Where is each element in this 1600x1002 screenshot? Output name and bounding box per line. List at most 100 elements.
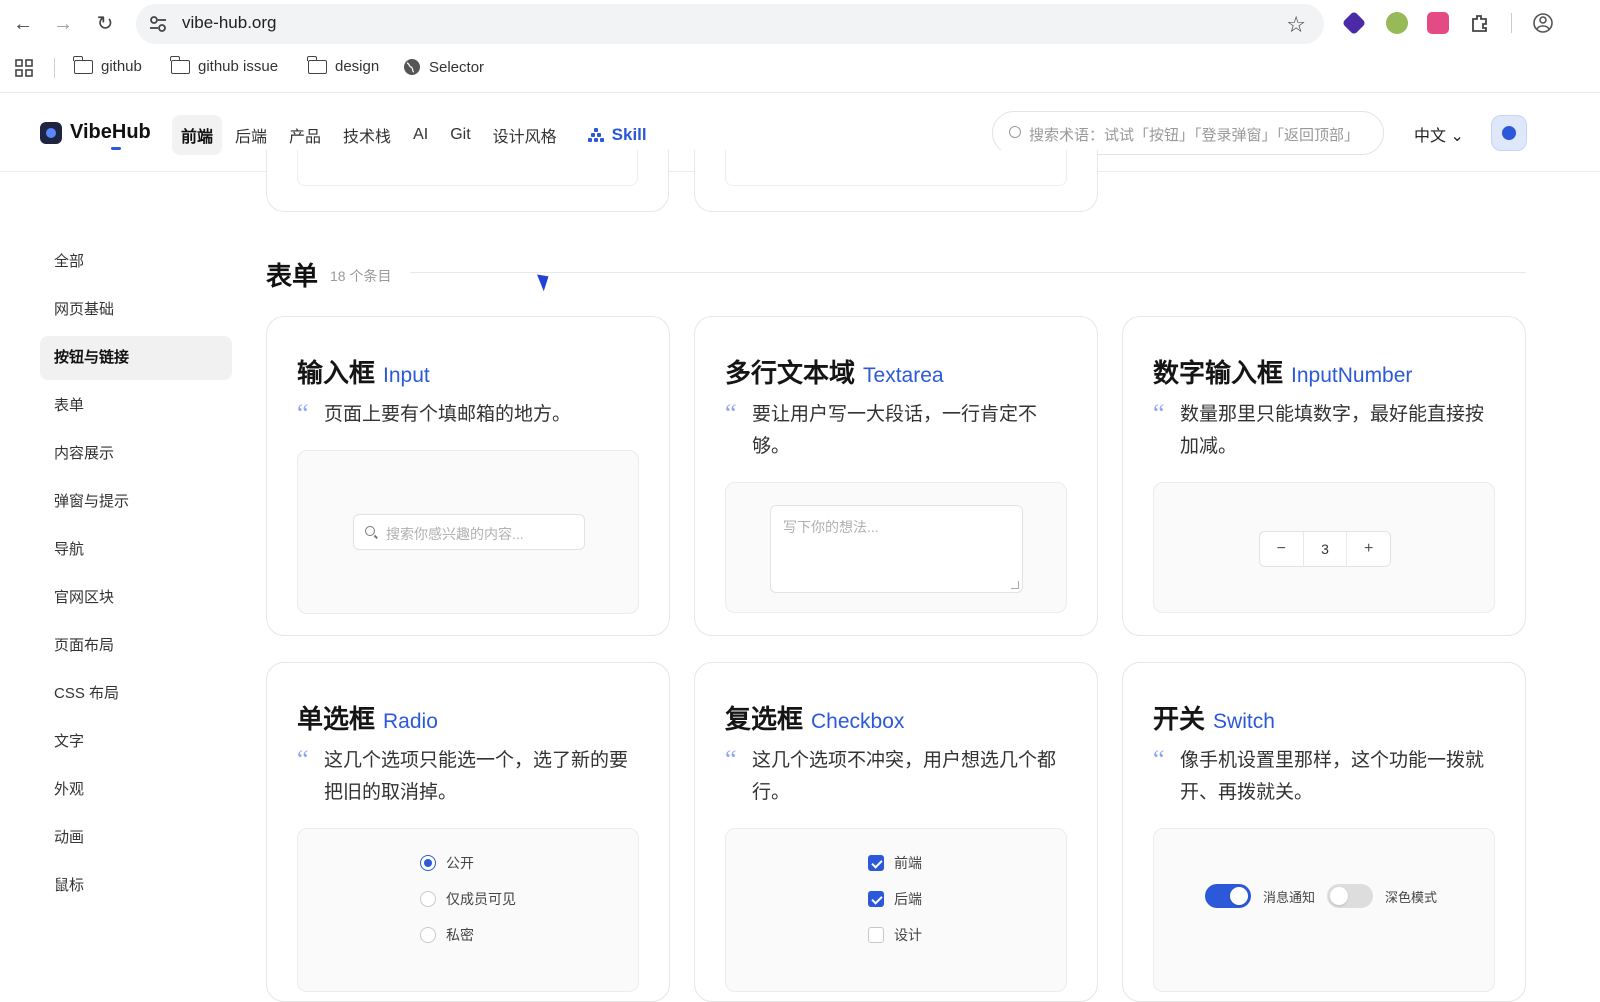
checkbox-label: 前端 [894, 855, 922, 871]
bookmark-label: github [101, 58, 142, 75]
bookmarks-bar: github github issue design Selector [0, 48, 1600, 88]
quote-icon: “ [725, 745, 737, 774]
apps-grid-icon[interactable] [15, 59, 33, 77]
input-number-card[interactable]: 数字输入框 InputNumber “ 数量那里只能填数字，最好能直接按加减。 −… [1122, 316, 1526, 636]
previous-card-bottom [266, 150, 669, 212]
resize-grip-icon[interactable] [1011, 581, 1019, 589]
url-text[interactable]: vibe-hub.org [182, 13, 277, 33]
globe-icon [404, 59, 420, 75]
demo-search-input[interactable]: 搜索你感兴趣的内容... [353, 514, 585, 550]
input-card[interactable]: 输入框 Input “ 页面上要有个填邮箱的地方。 搜索你感兴趣的内容... [266, 316, 670, 636]
profile-icon[interactable] [1532, 12, 1554, 34]
increment-button[interactable]: + [1347, 532, 1390, 566]
bookmark-label: Selector [429, 58, 485, 76]
section-title: 表单 [266, 261, 319, 291]
sidebar-item-appearance[interactable]: 外观 [40, 768, 232, 812]
number-demo-area: −3 + [1153, 482, 1495, 613]
radio-card[interactable]: 单选框 Radio “ 这几个选项只能选一个，选了新的要把旧的取消掉。 公开 仅成… [266, 662, 670, 1002]
forward-icon[interactable]: → [51, 12, 75, 36]
previous-demo-bottom [725, 150, 1067, 186]
dark-mode-switch[interactable] [1327, 884, 1374, 908]
radio-label: 仅成员可见 [446, 891, 516, 907]
bookmark-github[interactable]: github [73, 55, 142, 75]
switch-row: 消息通知 深色模式 [1205, 884, 1437, 908]
quote-icon: “ [1153, 399, 1165, 428]
card-title: 单选框 Radio [297, 699, 438, 736]
sidebar-item-web-basics[interactable]: 网页基础 [40, 288, 232, 332]
sidebar-item-cursor[interactable]: 鼠标 [40, 864, 232, 908]
switch-card[interactable]: 开关 Switch “ 像手机设置里那样，这个功能一拨就开、再拨就关。 消息通知 … [1122, 662, 1526, 1002]
checkbox-option-frontend[interactable]: 前端 [868, 853, 922, 873]
sidebar-item-typography[interactable]: 文字 [40, 720, 232, 764]
checkbox-option-design[interactable]: 设计 [868, 925, 922, 945]
chevron-down-icon: ⌄ [1450, 128, 1464, 145]
checkbox-checked-icon [868, 855, 884, 871]
nav-product[interactable]: 产品 [280, 115, 330, 155]
nav-ai[interactable]: AI [404, 118, 437, 152]
card-description: 这几个选项不冲突，用户想选几个都行。 [752, 750, 1057, 803]
radio-label: 公开 [446, 855, 474, 871]
previous-card-bottom [694, 150, 1098, 212]
extension-translate-icon[interactable] [1427, 12, 1449, 34]
sidebar-item-page-layout[interactable]: 页面布局 [40, 624, 232, 668]
user-avatar[interactable] [1491, 115, 1527, 151]
card-title-en: Switch [1213, 710, 1275, 733]
language-select[interactable]: 中文 ⌄ [1414, 122, 1464, 146]
sidebar-item-website-sections[interactable]: 官网区块 [40, 576, 232, 620]
radio-empty-icon [420, 891, 436, 907]
quantity-value[interactable]: 3 [1302, 532, 1348, 566]
nav-frontend[interactable]: 前端 [172, 115, 223, 155]
nav-backend[interactable]: 后端 [226, 115, 276, 155]
radio-option-public[interactable]: 公开 [420, 853, 474, 873]
radio-option-members[interactable]: 仅成员可见 [420, 889, 516, 909]
notification-switch[interactable] [1205, 884, 1251, 908]
checkbox-option-backend[interactable]: 后端 [868, 889, 922, 909]
checkbox-card[interactable]: 复选框 Checkbox “ 这几个选项不冲突，用户想选几个都行。 前端 后端 设… [694, 662, 1098, 1002]
term-search-input[interactable]: 搜索术语：试试「按钮」「登录弹窗」「返回顶部」 [992, 111, 1384, 155]
radio-option-private[interactable]: 私密 [420, 925, 474, 945]
nav-git[interactable]: Git [441, 118, 479, 152]
checkbox-label: 设计 [894, 927, 922, 943]
toolbar-divider [1511, 13, 1512, 33]
demo-textarea[interactable]: 写下你的想法... [770, 505, 1023, 593]
bookmark-design[interactable]: design [307, 55, 380, 75]
sidebar-item-animation[interactable]: 动画 [40, 816, 232, 860]
bookmark-label: design [335, 58, 380, 75]
switch-label: 深色模式 [1385, 889, 1438, 905]
bookmark-selector[interactable]: Selector [403, 58, 484, 76]
card-description: 像手机设置里那样，这个功能一拨就开、再拨就关。 [1180, 750, 1485, 803]
sidebar-item-forms[interactable]: 表单 [40, 384, 232, 428]
textarea-placeholder: 写下你的想法... [783, 519, 879, 535]
card-title-zh: 数字输入框 [1153, 358, 1284, 388]
card-description: 要让用户写一大段话，一行肯定不够。 [752, 404, 1038, 457]
card-description: 页面上要有个填邮箱的地方。 [324, 404, 572, 425]
extension-green-icon[interactable] [1386, 12, 1408, 34]
site-settings-icon[interactable] [148, 14, 168, 34]
address-bar[interactable]: vibe-hub.org ☆ [136, 4, 1324, 44]
bookmark-github-issue[interactable]: github issue [170, 55, 278, 75]
folder-icon [307, 55, 327, 74]
textarea-card[interactable]: 多行文本域 Textarea “ 要让用户写一大段话，一行肯定不够。 写下你的想法… [694, 316, 1098, 636]
skill-link[interactable]: Skill [587, 125, 647, 145]
nav-design-style[interactable]: 设计风格 [484, 115, 566, 155]
sidebar-item-all[interactable]: 全部 [40, 240, 232, 284]
browser-toolbar: ← → ↻ vibe-hub.org ☆ [0, 0, 1600, 48]
vibehub-logo[interactable]: VibeHub [40, 121, 151, 144]
sidebar-item-modals[interactable]: 弹窗与提示 [40, 480, 232, 524]
radio-label: 私密 [446, 927, 474, 943]
back-icon[interactable]: ← [11, 12, 35, 36]
sidebar-item-css-layout[interactable]: CSS 布局 [40, 672, 232, 716]
folder-icon [73, 55, 93, 74]
card-title: 多行文本域 Textarea [725, 353, 944, 390]
extensions-puzzle-icon[interactable] [1469, 12, 1491, 34]
nav-tech-stack[interactable]: 技术栈 [334, 115, 400, 155]
card-description: 这几个选项只能选一个，选了新的要把旧的取消掉。 [324, 750, 629, 803]
bookmark-star-icon[interactable]: ☆ [1286, 12, 1306, 38]
decrement-button[interactable]: − [1260, 532, 1303, 566]
extension-purple-icon[interactable] [1341, 10, 1367, 36]
sidebar-item-content-display[interactable]: 内容展示 [40, 432, 232, 476]
sidebar-item-buttons-links[interactable]: 按钮与链接 [40, 336, 232, 380]
card-title: 数字输入框 InputNumber [1153, 353, 1412, 390]
sidebar-item-navigation[interactable]: 导航 [40, 528, 232, 572]
reload-icon[interactable]: ↻ [93, 12, 117, 36]
